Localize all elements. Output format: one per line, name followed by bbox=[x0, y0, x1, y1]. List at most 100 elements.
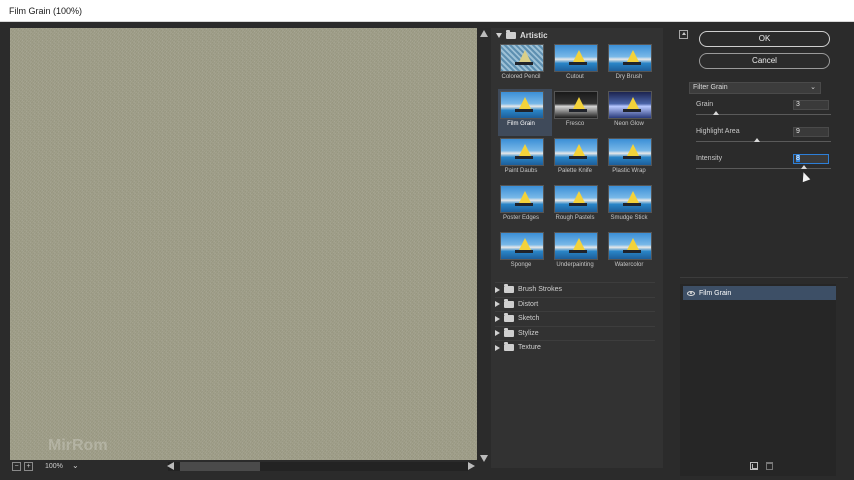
filter-thumbnail[interactable]: Watercolor bbox=[606, 230, 660, 277]
zoom-level[interactable]: 100% bbox=[45, 463, 63, 470]
filter-preview-image bbox=[608, 138, 652, 166]
param-intensity: Intensity 8 bbox=[696, 154, 833, 177]
filter-preview-image bbox=[500, 185, 544, 213]
filter-thumbnail[interactable]: Plastic Wrap bbox=[606, 136, 660, 183]
expand-triangle-icon bbox=[495, 330, 500, 337]
param-slider-track[interactable] bbox=[696, 141, 831, 142]
preview-bottom-bar: − + 100% ⌄ bbox=[10, 460, 480, 474]
filter-preview-image bbox=[554, 138, 598, 166]
sailboat-hull bbox=[569, 109, 587, 112]
zoom-out-button[interactable]: − bbox=[12, 462, 21, 471]
param-value-text: 3 bbox=[796, 101, 800, 108]
filter-thumbnail[interactable]: Rough Pastels bbox=[552, 183, 606, 230]
folder-icon bbox=[504, 342, 514, 352]
filter-thumbnail-label: Underpainting bbox=[556, 262, 594, 268]
filter-thumbnail[interactable]: Film Grain bbox=[498, 89, 552, 136]
param-value-input[interactable]: 9 bbox=[793, 127, 829, 137]
sailboat-sail bbox=[627, 144, 639, 156]
sailboat-sail bbox=[519, 238, 531, 250]
new-effect-layer-icon[interactable] bbox=[750, 462, 758, 470]
filter-thumbnail[interactable]: Neon Glow bbox=[606, 89, 660, 136]
param-highlight-area: Highlight Area 9 bbox=[696, 127, 833, 150]
sailboat-hull bbox=[515, 203, 533, 206]
sailboat-hull bbox=[623, 250, 641, 253]
category-distort[interactable]: Distort bbox=[495, 296, 655, 311]
sailboat-hull bbox=[515, 156, 533, 159]
sailboat-hull bbox=[515, 109, 533, 112]
sailboat-hull bbox=[569, 62, 587, 65]
ok-button[interactable]: OK bbox=[699, 31, 830, 47]
filter-preview-image bbox=[500, 232, 544, 260]
sailboat-sail bbox=[573, 238, 585, 250]
filter-thumbnail[interactable]: Dry Brush bbox=[606, 42, 660, 89]
category-artistic[interactable]: Artistic bbox=[496, 29, 548, 41]
param-slider-handle[interactable] bbox=[713, 111, 720, 115]
filter-thumbnail[interactable]: Poster Edges bbox=[498, 183, 552, 230]
filter-thumbnail[interactable]: Sponge bbox=[498, 230, 552, 277]
sailboat-hull bbox=[569, 250, 587, 253]
filter-thumbnail-label: Film Grain bbox=[507, 121, 535, 127]
filter-thumbnail[interactable]: Fresco bbox=[552, 89, 606, 136]
category-stylize[interactable]: Stylize bbox=[495, 325, 655, 340]
scroll-up-icon[interactable] bbox=[480, 30, 488, 37]
filter-thumbnail-label: Watercolor bbox=[614, 262, 644, 268]
category-texture[interactable]: Texture bbox=[495, 340, 655, 354]
filter-preview-image bbox=[554, 44, 598, 72]
filter-thumbnail[interactable]: Colored Pencil bbox=[498, 42, 552, 89]
param-slider-track[interactable] bbox=[696, 168, 831, 169]
filter-preview-image bbox=[608, 44, 652, 72]
filter-thumbnail-label: Rough Pastels bbox=[555, 215, 595, 221]
filter-thumbnail[interactable]: Palette Knife bbox=[552, 136, 606, 183]
collapse-gallery-icon[interactable] bbox=[679, 30, 688, 39]
sailboat-sail bbox=[573, 50, 585, 62]
scroll-left-icon[interactable] bbox=[167, 462, 174, 470]
filter-thumbnail-label: Neon Glow bbox=[614, 121, 644, 127]
filter-preview-image bbox=[554, 185, 598, 213]
delete-effect-layer-icon[interactable] bbox=[766, 462, 773, 470]
filter-thumbnail[interactable]: Underpainting bbox=[552, 230, 606, 277]
param-value-input[interactable]: 8 bbox=[793, 154, 829, 164]
sailboat-hull bbox=[569, 156, 587, 159]
thumbnail-grid: Colored Pencil Cutout Dry Brush Film Grain F… bbox=[498, 42, 658, 277]
filter-gallery-dialog: MirRom − + 100% ⌄ Artistic Colored Penci… bbox=[0, 22, 854, 480]
filter-select[interactable]: Filter Grain ⌄ bbox=[689, 82, 821, 94]
category-brush-strokes[interactable]: Brush Strokes bbox=[495, 282, 655, 296]
effect-layer-label: Film Grain bbox=[699, 289, 732, 297]
filter-thumbnail-label: Smudge Stick bbox=[610, 215, 648, 221]
preview-image[interactable] bbox=[10, 28, 477, 460]
filter-thumbnail[interactable]: Paint Daubs bbox=[498, 136, 552, 183]
scroll-right-icon[interactable] bbox=[468, 462, 475, 470]
folder-icon bbox=[504, 313, 514, 323]
sailboat-sail bbox=[627, 238, 639, 250]
param-value-input[interactable]: 3 bbox=[793, 100, 829, 110]
sailboat-hull bbox=[623, 156, 641, 159]
param-slider-handle[interactable] bbox=[753, 138, 760, 142]
folder-icon bbox=[504, 327, 514, 337]
filter-thumbnail-label: Palette Knife bbox=[557, 168, 593, 174]
sailboat-hull bbox=[515, 250, 533, 253]
eye-icon[interactable] bbox=[687, 290, 695, 296]
zoom-in-button[interactable]: + bbox=[24, 462, 33, 471]
sailboat-sail bbox=[627, 97, 639, 109]
expand-triangle-icon bbox=[496, 32, 502, 38]
param-slider-handle[interactable] bbox=[801, 165, 807, 169]
sailboat-sail bbox=[519, 50, 531, 62]
sailboat-sail bbox=[573, 191, 585, 203]
expand-triangle-icon bbox=[495, 344, 500, 351]
horizontal-scroll-thumb[interactable] bbox=[180, 462, 260, 471]
cancel-button[interactable]: Cancel bbox=[699, 53, 830, 69]
expand-triangle-icon bbox=[495, 301, 500, 308]
effect-layer-film-grain[interactable]: Film Grain bbox=[683, 286, 836, 300]
sailboat-sail bbox=[573, 97, 585, 109]
zoom-chevron-down-icon[interactable]: ⌄ bbox=[72, 461, 79, 470]
filter-thumbnail[interactable]: Cutout bbox=[552, 42, 606, 89]
filter-thumbnail[interactable]: Smudge Stick bbox=[606, 183, 660, 230]
preview-vertical-scrollbar[interactable] bbox=[478, 28, 490, 464]
filter-thumbnail-label: Dry Brush bbox=[615, 74, 643, 80]
scroll-down-icon[interactable] bbox=[480, 455, 488, 462]
category-sketch[interactable]: Sketch bbox=[495, 311, 655, 325]
sailboat-sail bbox=[627, 50, 639, 62]
expand-triangle-icon bbox=[495, 315, 500, 322]
category-label: Brush Strokes bbox=[518, 286, 562, 293]
title-bar: Film Grain (100%) bbox=[0, 0, 854, 22]
